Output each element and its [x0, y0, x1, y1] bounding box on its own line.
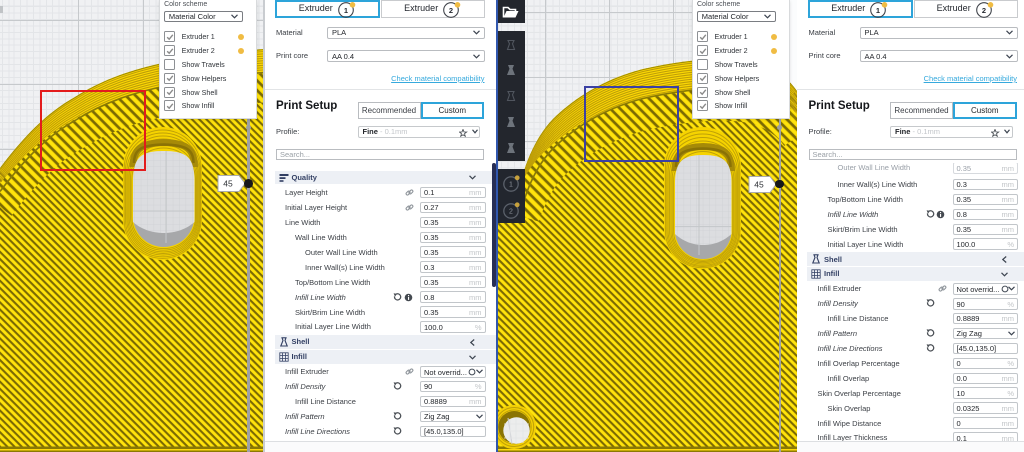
svg-text:2: 2 — [449, 5, 453, 14]
svg-text:1: 1 — [344, 5, 348, 14]
svg-text:45: 45 — [223, 179, 233, 189]
svg-text:1: 1 — [509, 182, 513, 189]
svg-text:2: 2 — [509, 208, 513, 215]
svg-text:1: 1 — [876, 5, 880, 14]
svg-text:2: 2 — [982, 5, 986, 14]
svg-text:45: 45 — [754, 179, 764, 189]
